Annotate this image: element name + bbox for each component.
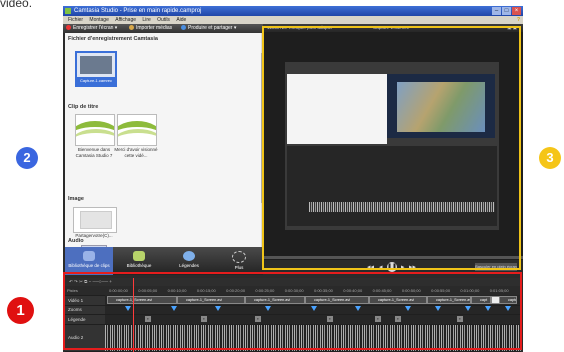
image-thumbnail[interactable]	[73, 207, 117, 233]
tab-clip-bin[interactable]: Bibliothèque de clips	[65, 247, 113, 275]
import-media-button[interactable]: Importer médias	[129, 24, 172, 33]
more-icon	[232, 251, 246, 263]
camtasia-app-icon	[65, 8, 71, 14]
record-screen-button[interactable]: Enregistrer l'écran ▾	[66, 24, 117, 33]
tab-callouts[interactable]: Légendes	[165, 247, 213, 275]
image-section-label: Image	[68, 196, 84, 202]
panel-tabs: Bibliothèque de clips Bibliothèque Légen…	[65, 247, 263, 275]
menu-edit[interactable]: Montage	[89, 17, 108, 23]
produce-share-button[interactable]: Produire et partager ▾	[181, 24, 236, 33]
highlight-frame-preview	[262, 26, 521, 270]
window-title: Camtasia Studio - Prise en main rapide.c…	[74, 8, 202, 14]
menu-play[interactable]: Lire	[142, 17, 150, 23]
audio-section-label: Audio	[68, 238, 84, 244]
callout-icon	[183, 251, 195, 261]
swoosh-graphic	[118, 129, 156, 145]
recording-thumbnail[interactable]: Capture-1.camrec	[75, 51, 117, 87]
title-clip-thumbnail[interactable]	[75, 114, 115, 146]
title-clip-section-label: Clip de titre	[68, 104, 99, 110]
menu-help[interactable]: Aide	[176, 17, 186, 23]
callout-number-badge: 3	[539, 147, 561, 169]
title-clip-caption: Bienvenue dans Camtasia Studio 7	[75, 147, 113, 158]
highlight-frame-timeline	[63, 272, 522, 350]
library-icon	[133, 251, 145, 261]
image-preview	[80, 211, 112, 229]
help-icon[interactable]: ?	[517, 16, 520, 24]
title-clip-caption: Merci d'avoir visionné cette vidé...	[114, 147, 158, 158]
main-toolbar: Enregistrer l'écran ▾ Importer médias Pr…	[63, 24, 263, 33]
folder-icon	[129, 25, 134, 30]
menu-bar: Fichier Montage Affichage Lire Outils Ai…	[63, 16, 523, 24]
swoosh-graphic	[76, 129, 114, 145]
title-bar: Camtasia Studio - Prise en main rapide.c…	[63, 6, 523, 16]
menu-view[interactable]: Affichage	[115, 17, 136, 23]
cutoff-caption-text: vidéo.	[0, 0, 33, 10]
title-clip-thumbnail[interactable]	[117, 114, 157, 146]
menu-tools[interactable]: Outils	[157, 17, 170, 23]
tab-more[interactable]: Plus	[215, 247, 263, 275]
close-button[interactable]: ×	[512, 7, 521, 15]
record-icon	[66, 25, 71, 30]
tab-library[interactable]: Bibliothèque	[115, 247, 163, 275]
produce-icon	[181, 25, 186, 30]
recording-section-label: Fichier d'enregistrement Camtasia	[68, 36, 158, 42]
callout-number-badge: 1	[7, 297, 34, 324]
callout-number-badge: 2	[16, 147, 38, 169]
recording-preview-image	[80, 56, 112, 74]
recording-caption: Capture-1.camrec	[77, 77, 115, 85]
menu-file[interactable]: Fichier	[68, 17, 83, 23]
clip-bin-icon	[83, 251, 95, 261]
clip-bin-panel: Fichier d'enregistrement Camtasia Captur…	[65, 33, 261, 253]
window-controls: – □ ×	[492, 7, 521, 15]
minimize-button[interactable]: –	[492, 7, 501, 15]
maximize-button[interactable]: □	[502, 7, 511, 15]
